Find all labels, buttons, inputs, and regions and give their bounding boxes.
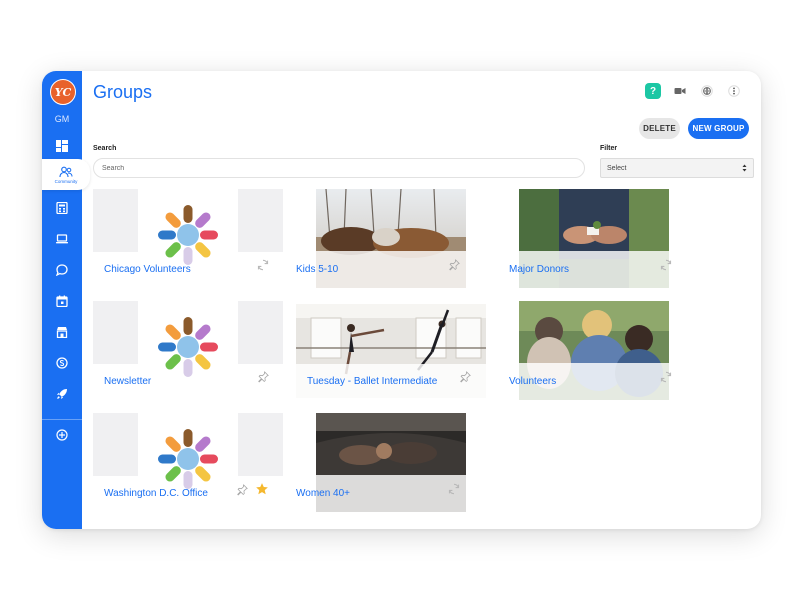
add-circle-icon[interactable] <box>42 422 82 448</box>
image-placeholder <box>238 413 283 476</box>
hands-logo-icon <box>154 313 222 381</box>
sidebar: YC GM Community <box>42 71 90 529</box>
image-placeholder <box>93 301 138 364</box>
group-card-chicago-volunteers[interactable]: Chicago Volunteers <box>93 189 283 288</box>
image-placeholder <box>93 413 138 476</box>
app-window: YC GM Community Groups ? DELETE NEW GROU… <box>42 71 761 529</box>
calendar-icon[interactable] <box>42 288 82 314</box>
new-group-button[interactable]: NEW GROUP <box>688 118 749 139</box>
search-label: Search <box>93 145 117 152</box>
star-icon[interactable] <box>255 482 269 496</box>
sync-icon[interactable] <box>659 258 673 272</box>
image-placeholder <box>238 189 283 252</box>
dashboard-icon[interactable] <box>42 133 82 159</box>
group-card-kids-5-10[interactable]: Kids 5-10 <box>296 189 486 288</box>
globe-icon[interactable] <box>699 83 715 99</box>
group-card-newsletter[interactable]: Newsletter <box>93 301 283 400</box>
pin-icon[interactable] <box>458 370 472 384</box>
image-placeholder <box>238 301 283 364</box>
sync-icon[interactable] <box>256 258 270 272</box>
hands-logo-icon <box>154 201 222 269</box>
group-name: Newsletter <box>104 376 152 387</box>
group-card-women-40[interactable]: Women 40+ <box>296 413 486 512</box>
store-icon[interactable] <box>42 319 82 345</box>
sync-icon[interactable] <box>447 482 461 496</box>
page-title: Groups <box>93 82 153 102</box>
group-name: Kids 5-10 <box>296 264 339 275</box>
pin-icon[interactable] <box>447 258 461 272</box>
delete-button[interactable]: DELETE <box>639 118 680 139</box>
group-card-washington-dc-office[interactable]: Washington D.C. Office <box>93 413 283 512</box>
laptop-icon[interactable] <box>42 226 82 252</box>
chat-icon[interactable] <box>42 257 82 283</box>
sidebar-item-label: Community <box>54 178 78 184</box>
pin-icon[interactable] <box>256 370 270 384</box>
search-input[interactable] <box>93 158 585 178</box>
sidebar-divider <box>42 419 82 420</box>
filter-select[interactable]: Select <box>600 158 754 178</box>
group-card-tuesday-ballet-intermediate[interactable]: Tuesday - Ballet Intermediate <box>296 301 486 400</box>
group-card-major-donors[interactable]: Major Donors <box>499 189 689 288</box>
more-vertical-icon[interactable] <box>726 83 742 99</box>
group-name: Washington D.C. Office <box>104 488 208 499</box>
group-name: Women 40+ <box>296 488 351 499</box>
community-icon <box>59 166 73 177</box>
sidebar-item-community[interactable]: Community <box>42 159 90 190</box>
video-icon[interactable] <box>672 83 688 99</box>
calculator-icon[interactable] <box>42 195 82 221</box>
hands-logo-icon <box>154 425 222 493</box>
coin-icon[interactable] <box>42 350 82 376</box>
filter-selected-value: Select <box>607 164 627 172</box>
filter-label: Filter <box>600 145 618 152</box>
user-initials[interactable]: GM <box>42 114 82 124</box>
help-icon[interactable]: ? <box>645 83 661 99</box>
group-name: Tuesday - Ballet Intermediate <box>307 376 438 387</box>
image-placeholder <box>93 189 138 252</box>
group-name: Major Donors <box>509 264 570 275</box>
rocket-icon[interactable] <box>42 381 82 407</box>
pin-icon[interactable] <box>235 483 249 497</box>
group-name: Chicago Volunteers <box>104 264 191 275</box>
group-photo-horses <box>316 189 466 288</box>
group-name: Volunteers <box>509 376 557 387</box>
app-logo[interactable]: YC <box>50 79 76 105</box>
sync-icon[interactable] <box>659 370 673 384</box>
group-card-volunteers[interactable]: Volunteers <box>499 301 689 400</box>
select-arrows-icon <box>742 164 747 172</box>
